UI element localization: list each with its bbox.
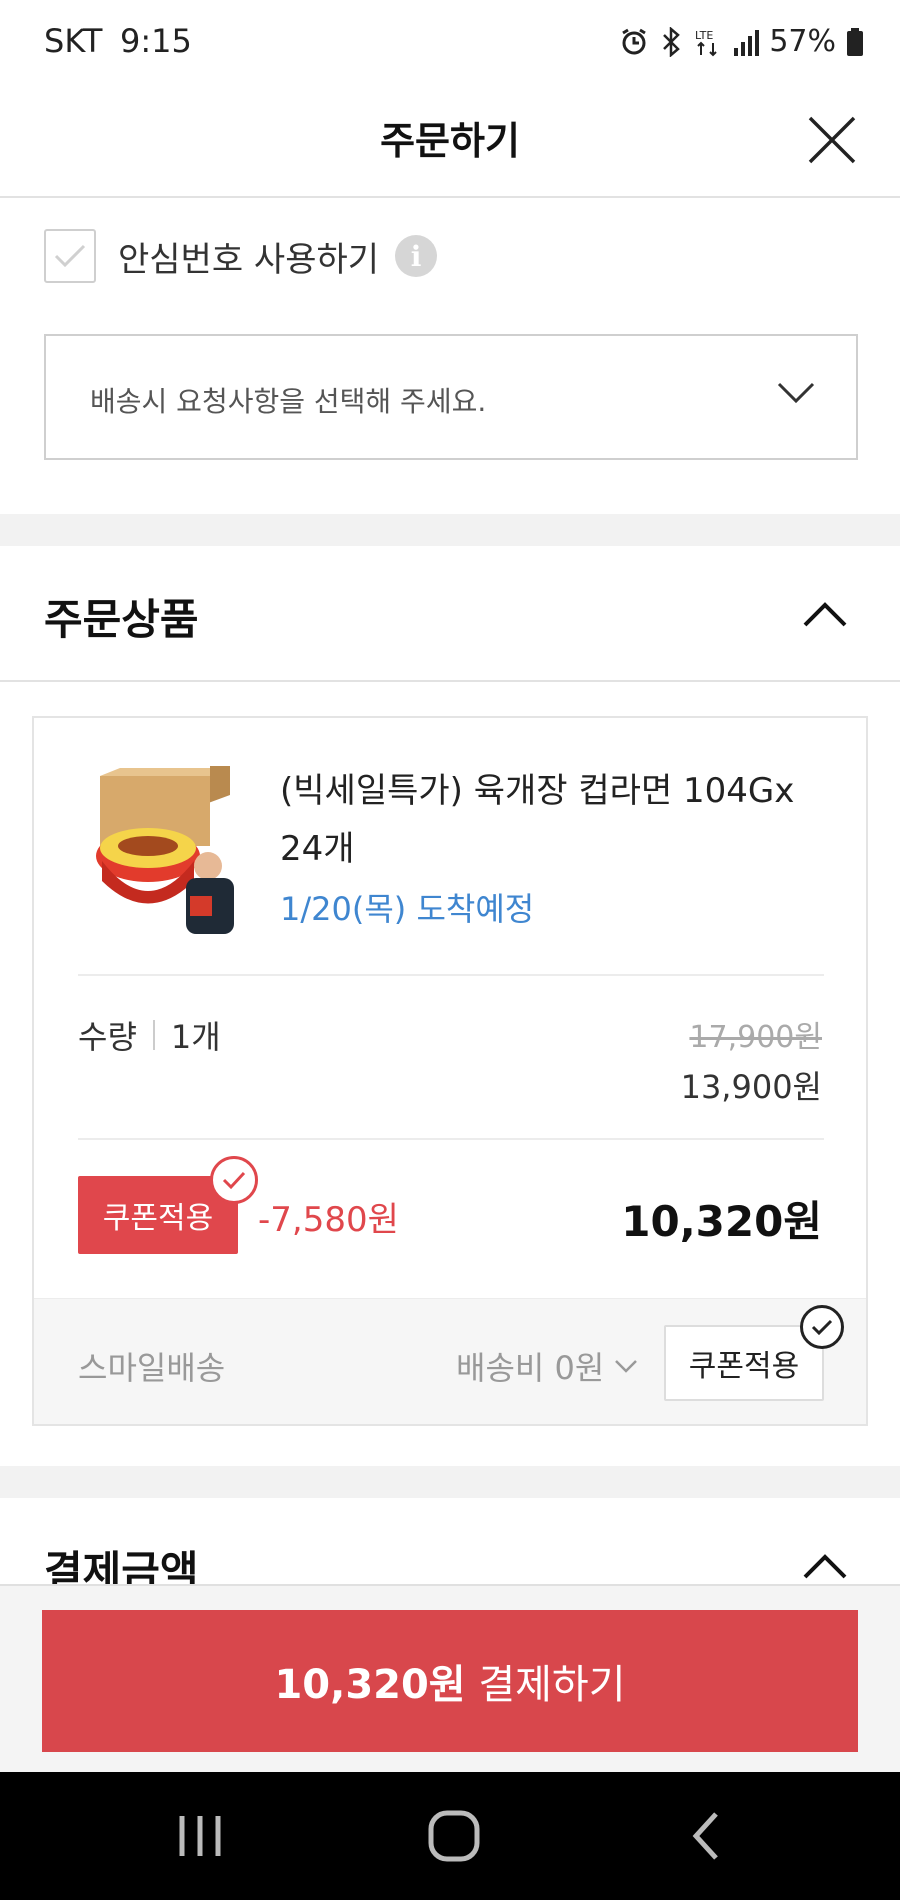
- chevron-down-icon: [776, 380, 816, 406]
- order-items-header[interactable]: 주문상품: [0, 546, 900, 682]
- checkmark-icon: [54, 244, 86, 268]
- original-price: 17,900원: [689, 1020, 822, 1055]
- battery-percent: 57%: [769, 24, 836, 59]
- lte-icon: LTE: [693, 27, 723, 57]
- svg-text:LTE: LTE: [695, 29, 713, 42]
- divider: [78, 1138, 824, 1140]
- safe-number-label: 안심번호 사용하기: [118, 239, 380, 280]
- safe-number-option: 안심번호 사용하기 i: [44, 228, 438, 284]
- shipping-coupon-check-icon: [800, 1305, 844, 1349]
- back-button[interactable]: [686, 1808, 726, 1864]
- product-card: (빅세일특가) 육개장 컵라면 104Gx 24개 1/20(목) 도착예정 수…: [32, 716, 868, 1426]
- back-icon: [692, 1812, 718, 1860]
- pay-label: 결제하기: [465, 1662, 626, 1708]
- system-nav-bar: [0, 1772, 900, 1900]
- sale-price: 13,900원: [680, 1068, 822, 1106]
- chevron-up-icon: [802, 600, 848, 628]
- quantity-label: 수량: [78, 1018, 137, 1056]
- status-bar: SKT 9:15 LTE 57%: [0, 0, 900, 86]
- pay-button[interactable]: 10,320원 결제하기: [42, 1610, 858, 1752]
- chevron-down-icon: [615, 1360, 638, 1373]
- battery-icon: [846, 27, 864, 57]
- quantity-info: 수량 1개: [78, 1012, 221, 1058]
- section-divider: [0, 514, 900, 546]
- pay-amount: 10,320원: [274, 1662, 466, 1708]
- alarm-icon: [619, 27, 649, 57]
- status-icons: LTE 57%: [619, 24, 864, 59]
- clock: 9:15: [120, 22, 192, 60]
- signal-icon: [733, 28, 760, 56]
- recent-apps-icon: [179, 1816, 221, 1856]
- pay-area: 10,320원 결제하기: [0, 1584, 900, 1772]
- separator: [152, 1020, 155, 1050]
- section-divider: [0, 1466, 900, 1498]
- arrival-date: 1/20(목) 도착예정: [280, 890, 535, 928]
- delivery-request-select[interactable]: 배송시 요청사항을 선택해 주세요.: [44, 334, 858, 460]
- shipping-fee: 배송비 0원: [456, 1349, 605, 1387]
- safe-number-checkbox[interactable]: [44, 229, 96, 283]
- header: 주문하기: [0, 86, 900, 198]
- shipping-row: 스마일배송 배송비 0원 쿠폰적용: [34, 1298, 866, 1424]
- carrier-name: SKT: [44, 22, 103, 60]
- shipping-coupon-button[interactable]: 쿠폰적용: [664, 1325, 824, 1401]
- product-name[interactable]: (빅세일특가) 육개장 컵라면 104Gx 24개: [280, 762, 840, 878]
- divider: [78, 974, 824, 976]
- recent-apps-button[interactable]: [176, 1808, 224, 1864]
- product-image[interactable]: [90, 766, 240, 936]
- quantity-value: 1개: [170, 1018, 221, 1056]
- bluetooth-icon: [659, 26, 683, 57]
- order-items-title: 주문상품: [44, 595, 199, 644]
- home-button[interactable]: [426, 1808, 482, 1864]
- info-icon[interactable]: i: [395, 235, 438, 277]
- close-icon: [808, 116, 856, 164]
- shipping-method: 스마일배송: [78, 1349, 226, 1387]
- home-icon: [428, 1810, 480, 1862]
- page-title: 주문하기: [380, 119, 520, 163]
- discount-amount: -7,580원: [258, 1200, 399, 1240]
- close-button[interactable]: [804, 112, 860, 168]
- coupon-applied-check-icon: [210, 1156, 258, 1204]
- chevron-up-icon: [802, 1552, 848, 1580]
- shipping-fee-toggle[interactable]: 배송비 0원: [456, 1343, 638, 1389]
- delivery-request-placeholder: 배송시 요청사항을 선택해 주세요.: [90, 385, 487, 418]
- item-final-price: 10,320원: [621, 1197, 822, 1246]
